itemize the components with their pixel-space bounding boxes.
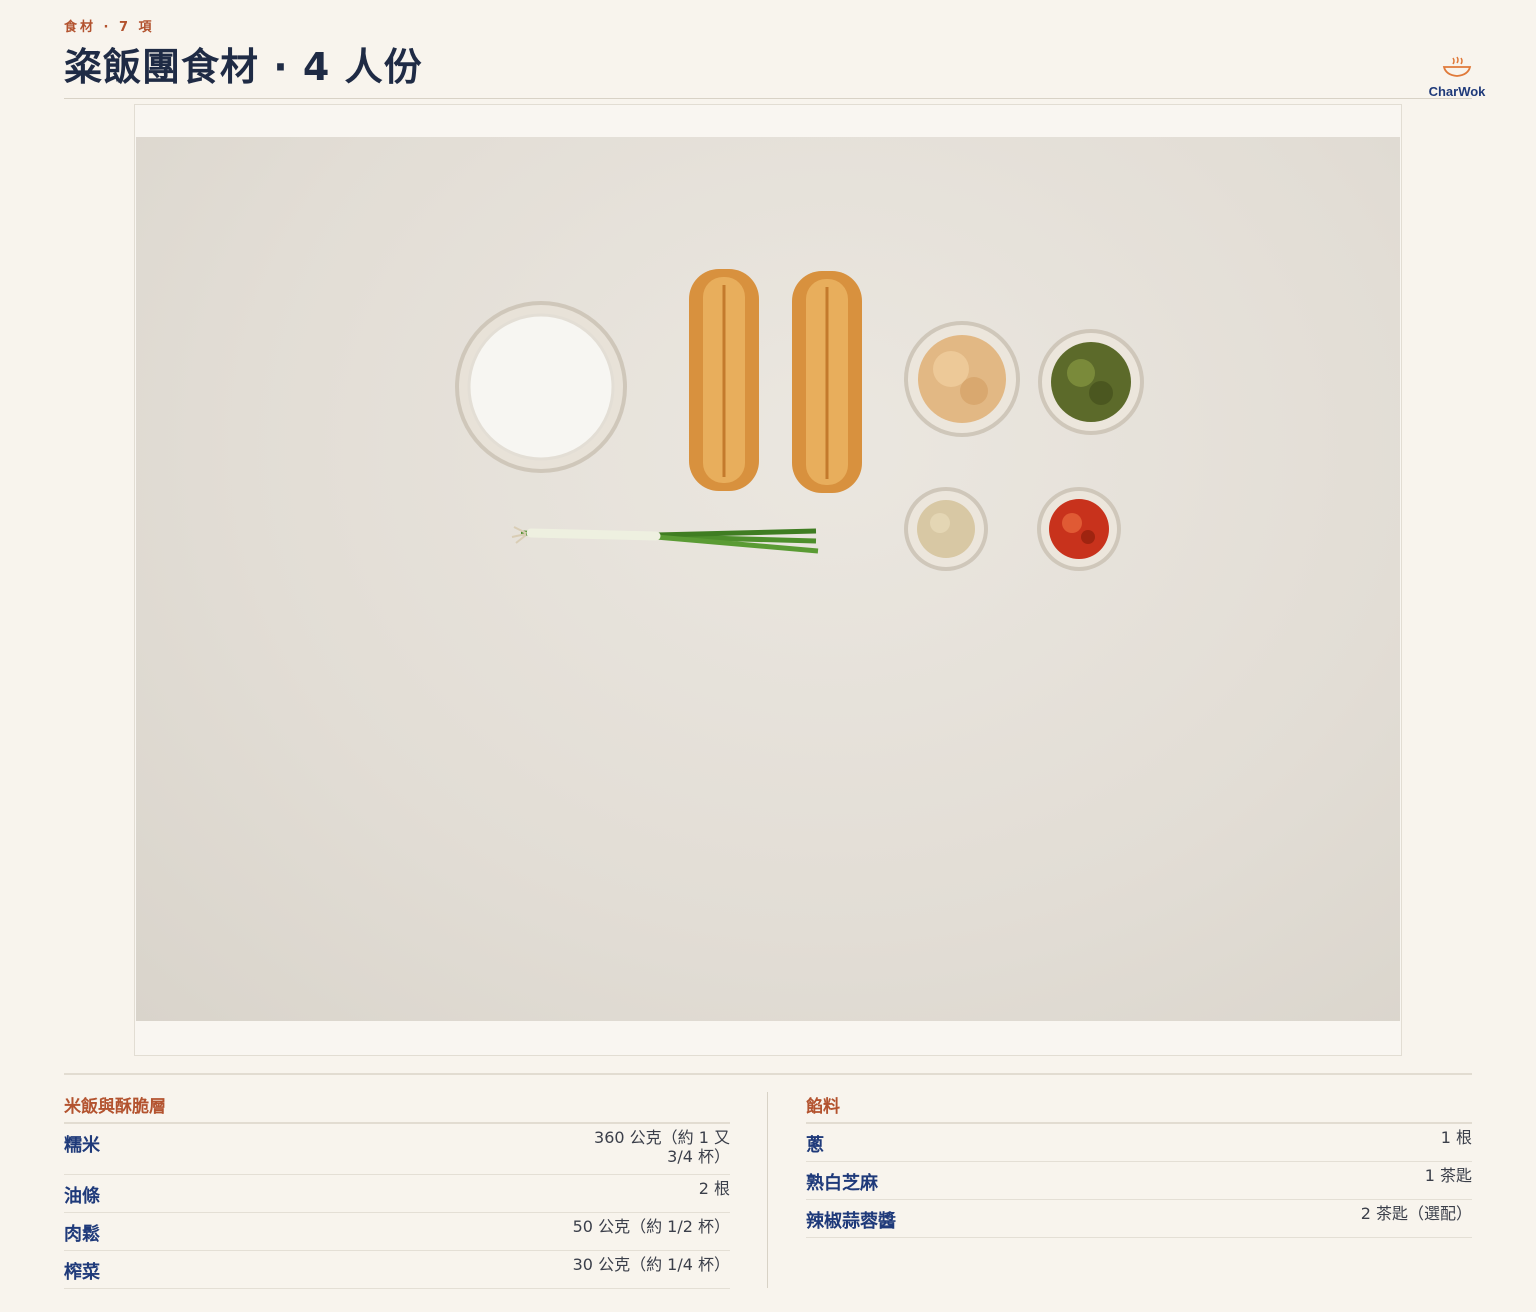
ingredient-qty: 2 茶匙（選配）: [1360, 1204, 1472, 1223]
brand-logo[interactable]: CharWok: [1420, 52, 1494, 114]
chili-sauce-bowl-icon: [1037, 487, 1121, 571]
preserved-vegetable-bowl-icon: [1038, 329, 1144, 435]
ingredient-name: 榨菜: [64, 1262, 100, 1283]
ingredient-qty: 360 公克（約 1 又 3/4 杯）: [594, 1128, 730, 1166]
section-heading: 餡料: [806, 1092, 1472, 1124]
youtiao-icon: [792, 271, 862, 493]
scallion-icon: [511, 526, 819, 554]
ingredient-row: 蔥 1 根: [806, 1124, 1472, 1162]
ingredient-name: 蔥: [806, 1135, 824, 1156]
section-rice-crisp: 米飯與酥脆層 糯米 360 公克（約 1 又 3/4 杯） 油條 2 根 肉鬆 …: [64, 1092, 730, 1289]
section-divider: [64, 1073, 1472, 1075]
ingredient-name: 肉鬆: [64, 1224, 100, 1245]
ingredient-name: 油條: [64, 1186, 100, 1207]
ingredient-name: 熟白芝麻: [806, 1173, 878, 1194]
ingredient-qty: 1 茶匙: [1424, 1166, 1472, 1185]
section-heading: 米飯與酥脆層: [64, 1092, 730, 1124]
ingredient-qty: 50 公克（約 1/2 杯）: [572, 1217, 730, 1236]
eyebrow-label: 食材 · 7 項: [64, 20, 155, 35]
column-divider: [767, 1092, 768, 1288]
ingredient-name: 辣椒蒜蓉醬: [806, 1211, 896, 1232]
ingredients-photo: [136, 137, 1400, 1021]
brand-logo-text: CharWok: [1428, 84, 1486, 99]
page-title: 粢飯團食材 · 4 人份: [64, 45, 423, 89]
ingredient-row: 肉鬆 50 公克（約 1/2 杯）: [64, 1213, 730, 1251]
ingredient-row: 糯米 360 公克（約 1 又 3/4 杯）: [64, 1124, 730, 1175]
ingredient-qty: 1 根: [1440, 1128, 1472, 1147]
ingredient-row: 榨菜 30 公克（約 1/4 杯）: [64, 1251, 730, 1289]
header-divider: [64, 98, 1472, 99]
photo-frame: [134, 104, 1402, 1056]
sesame-bowl-icon: [904, 487, 988, 571]
youtiao-icon: [689, 269, 759, 491]
ingredient-row: 辣椒蒜蓉醬 2 茶匙（選配）: [806, 1200, 1472, 1238]
ingredient-row: 熟白芝麻 1 茶匙: [806, 1162, 1472, 1200]
pork-floss-bowl-icon: [904, 321, 1020, 437]
section-filling: 餡料 蔥 1 根 熟白芝麻 1 茶匙 辣椒蒜蓉醬 2 茶匙（選配）: [806, 1092, 1472, 1238]
bowl-icon: [1442, 56, 1472, 77]
ingredient-qty: 30 公克（約 1/4 杯）: [572, 1255, 730, 1274]
ingredient-name: 糯米: [64, 1135, 100, 1156]
rice-bowl-icon: [455, 301, 627, 473]
ingredient-row: 油條 2 根: [64, 1175, 730, 1213]
ingredient-qty: 2 根: [698, 1179, 730, 1198]
